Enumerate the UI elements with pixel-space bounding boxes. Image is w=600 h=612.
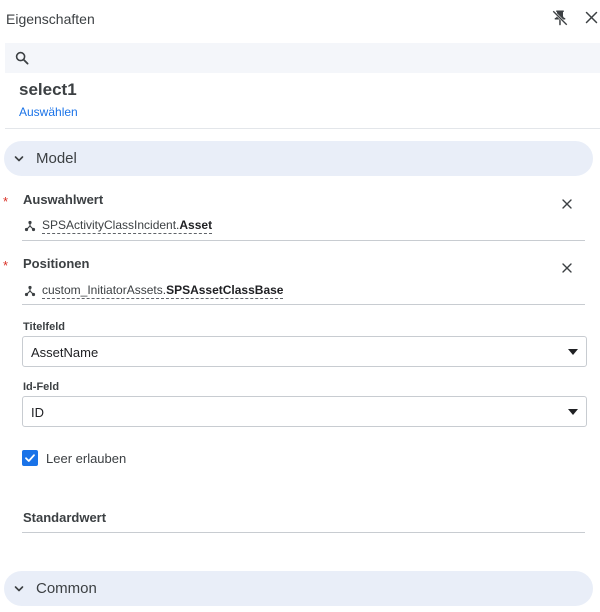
select-component-link[interactable]: Auswählen xyxy=(19,105,78,119)
component-name: select1 xyxy=(19,80,77,99)
titelfeld-select[interactable]: AssetName xyxy=(22,336,587,367)
auswahlwert-binding-text: SPSActivityClassIncident.Asset xyxy=(42,218,213,234)
auswahlwert-underline xyxy=(22,240,585,241)
section-common-header[interactable]: Common xyxy=(4,571,593,606)
checkmark-icon xyxy=(25,454,35,462)
divider xyxy=(5,128,600,129)
search-icon xyxy=(15,51,29,65)
clear-auswahlwert-icon[interactable] xyxy=(561,198,573,210)
chevron-down-icon xyxy=(14,586,24,592)
leer-erlauben-checkbox[interactable] xyxy=(22,450,38,466)
panel-title: Eigenschaften xyxy=(6,11,95,27)
section-model-header[interactable]: Model xyxy=(4,141,593,176)
dropdown-arrow-icon xyxy=(568,409,578,415)
section-model-label: Model xyxy=(36,150,77,167)
hierarchy-icon xyxy=(24,220,36,232)
idfeld-select[interactable]: ID xyxy=(22,396,587,427)
close-icon[interactable] xyxy=(584,10,599,25)
titelfeld-value: AssetName xyxy=(31,345,99,360)
dropdown-arrow-icon xyxy=(568,349,578,355)
search-input[interactable] xyxy=(35,46,590,70)
standardwert-underline xyxy=(22,532,585,533)
titelfeld-label: Titelfeld xyxy=(23,321,65,333)
standardwert-label[interactable]: Standardwert xyxy=(23,510,106,525)
hierarchy-icon xyxy=(24,285,36,297)
required-marker: * xyxy=(3,194,9,209)
section-common-label: Common xyxy=(36,580,97,597)
auswahlwert-label: Auswahlwert xyxy=(23,192,104,207)
property-search xyxy=(5,43,600,73)
positionen-underline xyxy=(22,304,585,305)
panel-header: Eigenschaften xyxy=(0,0,600,38)
positionen-binding-text: custom_InitiatorAssets.SPSAssetClassBase xyxy=(42,283,284,299)
idfeld-value: ID xyxy=(31,405,44,420)
leer-erlauben-label: Leer erlauben xyxy=(46,451,127,466)
unpin-icon[interactable] xyxy=(551,9,569,27)
required-marker: * xyxy=(3,258,9,273)
positionen-label: Positionen xyxy=(23,256,90,271)
chevron-down-icon xyxy=(14,156,24,162)
idfeld-label: Id-Feld xyxy=(23,381,60,393)
clear-positionen-icon[interactable] xyxy=(561,262,573,274)
